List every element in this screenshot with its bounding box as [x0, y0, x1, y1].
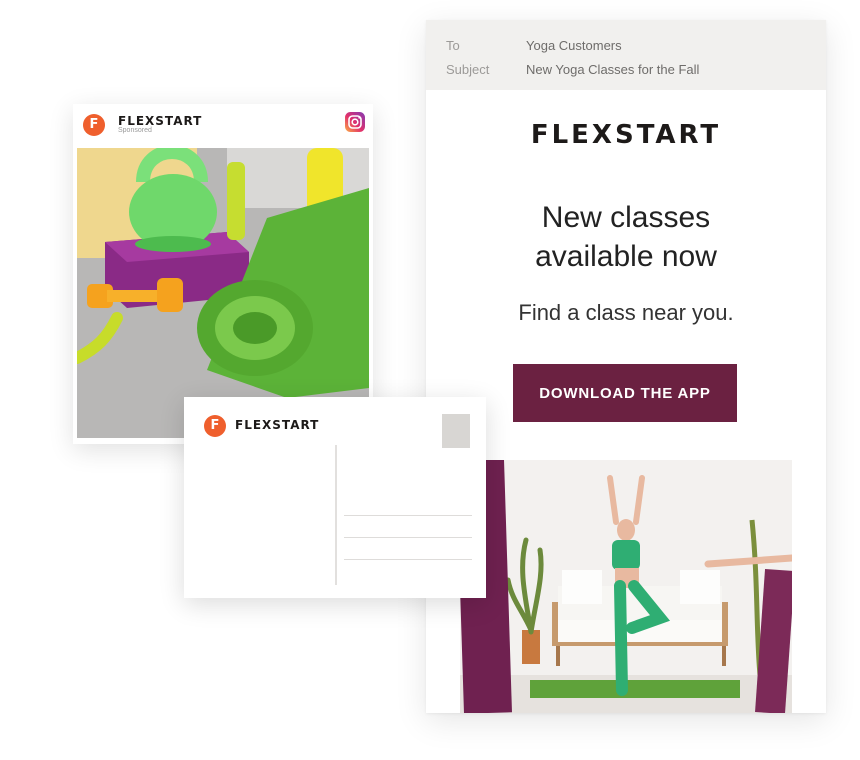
to-value: Yoga Customers — [526, 38, 622, 53]
brand-avatar: F — [83, 114, 105, 136]
email-headline: New classes available now — [426, 198, 826, 276]
email-preview: To Yoga Customers Subject New Yoga Class… — [426, 20, 826, 713]
sponsored-label: Sponsored — [118, 127, 152, 134]
instagram-ad-preview: F FLEXSTART Sponsored — [73, 104, 373, 444]
headline-line-2: available now — [535, 240, 717, 273]
email-subheadline: Find a class near you. — [518, 300, 734, 325]
postcard-brand: FLEXSTART — [235, 418, 320, 432]
instagram-icon — [345, 112, 365, 132]
postcard-preview: F FLEXSTART — [184, 397, 486, 598]
address-line — [344, 559, 472, 560]
address-line — [344, 537, 472, 538]
email-logo: FLEXSTART — [530, 120, 722, 150]
subject-label: Subject — [446, 62, 490, 77]
postcard-stamp — [442, 414, 470, 448]
postcard-divider — [335, 445, 337, 585]
postcard-avatar: F — [204, 415, 226, 437]
email-header: To Yoga Customers Subject New Yoga Class… — [426, 20, 826, 90]
to-label: To — [446, 38, 460, 53]
download-app-button[interactable]: DOWNLOAD THE APP — [513, 364, 737, 422]
headline-line-1: New classes — [541, 201, 711, 234]
yoga-class-photo — [460, 460, 792, 713]
fitness-gear-photo — [77, 148, 369, 438]
brand-name: FLEXSTART — [118, 114, 203, 128]
subject-value: New Yoga Classes for the Fall — [526, 62, 700, 77]
address-line — [344, 515, 472, 516]
